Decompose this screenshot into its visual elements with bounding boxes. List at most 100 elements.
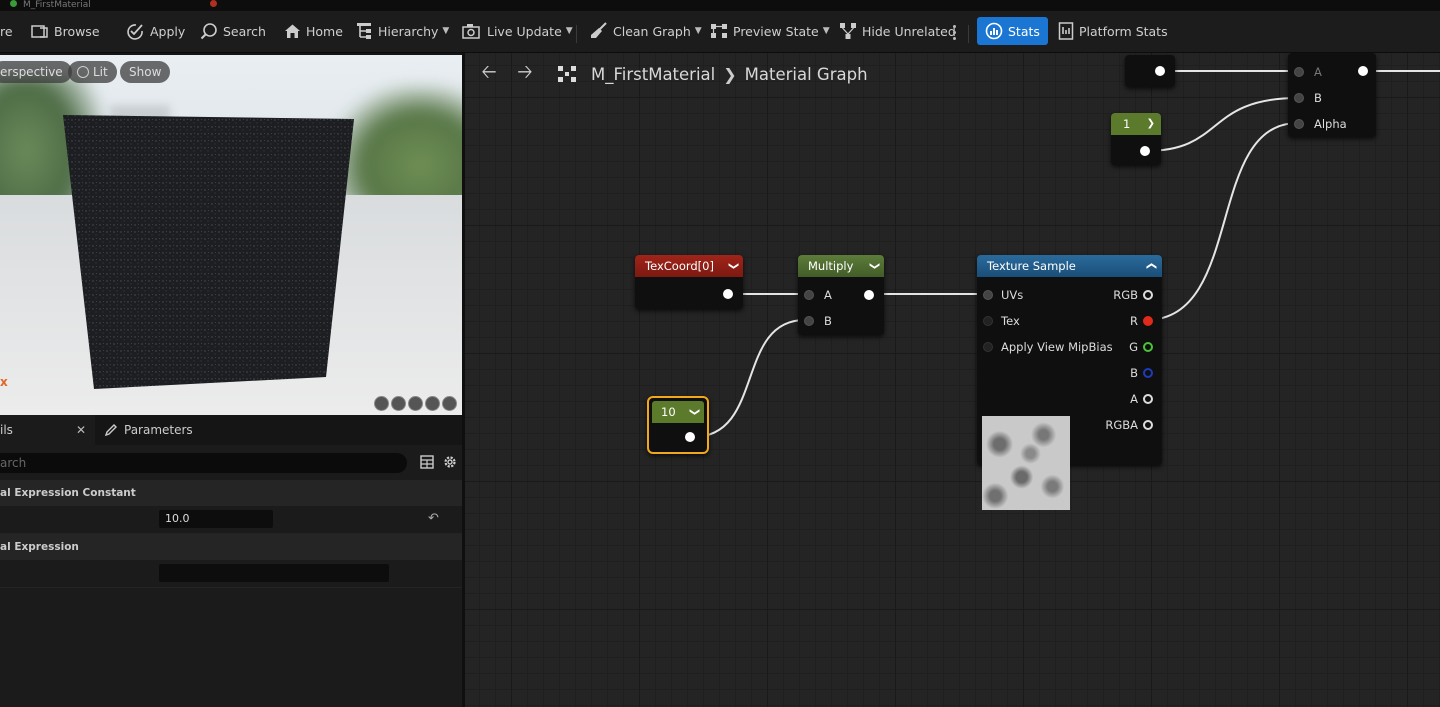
plane-icon[interactable] bbox=[408, 396, 423, 411]
teapot-icon[interactable] bbox=[442, 396, 457, 411]
table-view-icon[interactable] bbox=[420, 455, 434, 469]
details-panel: ils ✕ Parameters arch al Expression Cons… bbox=[0, 415, 462, 707]
pin-a-out[interactable]: A bbox=[1130, 392, 1153, 406]
multiply-header: Multiply ❯ bbox=[798, 255, 884, 277]
toolbar-truncated-button[interactable]: re bbox=[0, 17, 13, 45]
clean-graph-dropdown[interactable]: Clean Graph ▼ bbox=[590, 17, 702, 45]
constant-header: 1 ❯ bbox=[1111, 113, 1161, 135]
perspective-button[interactable]: erspective bbox=[0, 61, 72, 83]
texcoord-output-pin[interactable] bbox=[723, 289, 733, 299]
chevron-right-icon: ❯ bbox=[723, 64, 737, 84]
chevron-down-icon[interactable]: ❯ bbox=[863, 262, 885, 270]
constant-value-field[interactable]: 10.0 bbox=[159, 510, 273, 528]
platform-stats-button[interactable]: Platform Stats bbox=[1058, 17, 1168, 45]
constant-node-10[interactable]: 10 ❯ bbox=[647, 396, 709, 454]
multiply-pin-b[interactable]: B bbox=[804, 314, 832, 328]
texcoord-node[interactable]: TexCoord[0] ❯ bbox=[635, 255, 743, 309]
preview-mesh-selector bbox=[374, 396, 457, 411]
stats-button[interactable]: Stats bbox=[977, 17, 1048, 45]
chevron-down-icon[interactable]: ❯ bbox=[1147, 113, 1155, 135]
lit-button[interactable]: Lit bbox=[68, 61, 117, 83]
pin-rgba-out[interactable]: RGBA bbox=[1105, 418, 1153, 432]
sphere-icon[interactable] bbox=[391, 396, 406, 411]
live-update-icon bbox=[462, 24, 480, 39]
chevron-down-icon: ▼ bbox=[694, 26, 702, 36]
pin-b[interactable]: B bbox=[1294, 91, 1322, 105]
toolbar-divider bbox=[968, 25, 969, 43]
asset-icon bbox=[210, 0, 217, 7]
reroute-node[interactable] bbox=[1125, 55, 1175, 87]
browse-button[interactable]: Browse bbox=[31, 17, 100, 45]
reset-icon[interactable]: ↶ bbox=[428, 511, 439, 526]
pin-uvs[interactable]: UVs bbox=[983, 288, 1023, 302]
chevron-down-icon: ▼ bbox=[442, 26, 450, 36]
graph-icon bbox=[558, 66, 576, 82]
section-expression-constant[interactable]: al Expression Constant bbox=[0, 480, 462, 506]
forward-arrow-icon[interactable]: 🡢 bbox=[507, 58, 543, 90]
pin-rgb-out[interactable]: RGB bbox=[1113, 288, 1153, 302]
pin-g-out[interactable]: G bbox=[1129, 340, 1153, 354]
hierarchy-icon bbox=[357, 23, 371, 39]
preview-state-dropdown[interactable]: Preview State ▼ bbox=[710, 17, 830, 45]
multiply-node[interactable]: Multiply ❯ A B bbox=[798, 255, 884, 335]
details-search-input[interactable]: arch bbox=[0, 453, 407, 473]
pin-tex[interactable]: Tex bbox=[983, 314, 1020, 328]
texture-sample-header: Texture Sample ❯ bbox=[977, 255, 1162, 277]
search-button[interactable]: Search bbox=[200, 17, 266, 45]
cylinder-icon[interactable] bbox=[374, 396, 389, 411]
breadcrumb-asset[interactable]: M_FirstMaterial bbox=[591, 65, 715, 84]
wire-r-to-alpha bbox=[1145, 122, 1299, 321]
multiply-output-pin[interactable] bbox=[864, 290, 874, 300]
constant-output-pin[interactable] bbox=[1140, 146, 1150, 156]
gear-icon[interactable] bbox=[442, 454, 458, 470]
material-graph-canvas[interactable]: 🡠 🡢 M_FirstMaterial ❯ Material Graph A B… bbox=[465, 53, 1440, 707]
details-tab-bar: ils ✕ Parameters bbox=[0, 415, 462, 445]
broom-icon bbox=[591, 22, 607, 38]
breadcrumb-graph[interactable]: Material Graph bbox=[745, 65, 868, 84]
pin-b-out[interactable]: B bbox=[1130, 366, 1153, 380]
hide-unrelated-button[interactable]: Hide Unrelated bbox=[839, 17, 956, 45]
more-options-icon[interactable] bbox=[953, 25, 957, 41]
cube-icon[interactable] bbox=[425, 396, 440, 411]
property-row-desc bbox=[0, 560, 462, 588]
preview-mesh bbox=[63, 115, 354, 389]
texture-thumbnail[interactable] bbox=[982, 416, 1070, 510]
pin-r-out[interactable]: R bbox=[1130, 314, 1153, 328]
document-tab-strip: M_FirstMaterial bbox=[0, 0, 1440, 11]
live-update-dropdown[interactable]: Live Update ▼ bbox=[462, 17, 573, 45]
pin-apply-view-mipbias[interactable]: Apply View MipBias bbox=[983, 340, 1113, 354]
pin-a[interactable]: A bbox=[1294, 65, 1322, 79]
pin-alpha[interactable]: Alpha bbox=[1294, 117, 1347, 131]
back-arrow-icon[interactable]: 🡠 bbox=[471, 58, 507, 90]
lerp-node[interactable]: A B Alpha bbox=[1288, 53, 1376, 137]
stats-icon bbox=[985, 22, 1003, 40]
apply-button[interactable]: Apply bbox=[125, 17, 185, 45]
tab-parameters[interactable]: Parameters bbox=[104, 415, 193, 445]
section-expression[interactable]: al Expression bbox=[0, 534, 462, 560]
document-tab-2[interactable] bbox=[200, 0, 360, 11]
show-button[interactable]: Show bbox=[120, 61, 171, 83]
wire-const1-to-b bbox=[1145, 97, 1299, 152]
search-icon bbox=[200, 23, 217, 40]
home-button[interactable]: Home bbox=[284, 17, 343, 45]
close-icon[interactable]: ✕ bbox=[76, 415, 86, 445]
output-pin[interactable] bbox=[1155, 66, 1165, 76]
chevron-up-icon[interactable]: ❯ bbox=[1141, 262, 1163, 270]
texture-sample-node[interactable]: Texture Sample ❯ UVs Tex Apply View MipBi… bbox=[977, 255, 1162, 510]
constant-output-pin[interactable] bbox=[685, 432, 695, 442]
preview-viewport[interactable]: erspective Lit Show x bbox=[0, 55, 462, 415]
property-row-r: 10.0 ↶ bbox=[0, 506, 462, 534]
lerp-output-pin[interactable] bbox=[1358, 66, 1368, 76]
chevron-down-icon: ▼ bbox=[822, 26, 830, 36]
hierarchy-dropdown[interactable]: Hierarchy ▼ bbox=[355, 17, 449, 45]
preview-state-icon bbox=[711, 24, 727, 38]
chevron-down-icon[interactable]: ❯ bbox=[722, 262, 744, 270]
constant-node-1[interactable]: 1 ❯ bbox=[1111, 113, 1161, 165]
desc-field[interactable] bbox=[159, 564, 389, 582]
home-icon bbox=[285, 24, 300, 38]
wire-const10-to-multiply-b bbox=[692, 319, 806, 438]
constant-header: 10 ❯ bbox=[652, 401, 704, 423]
chevron-down-icon[interactable]: ❯ bbox=[683, 408, 705, 416]
multiply-pin-a[interactable]: A bbox=[804, 288, 832, 302]
document-tab[interactable]: M_FirstMaterial bbox=[0, 0, 150, 11]
